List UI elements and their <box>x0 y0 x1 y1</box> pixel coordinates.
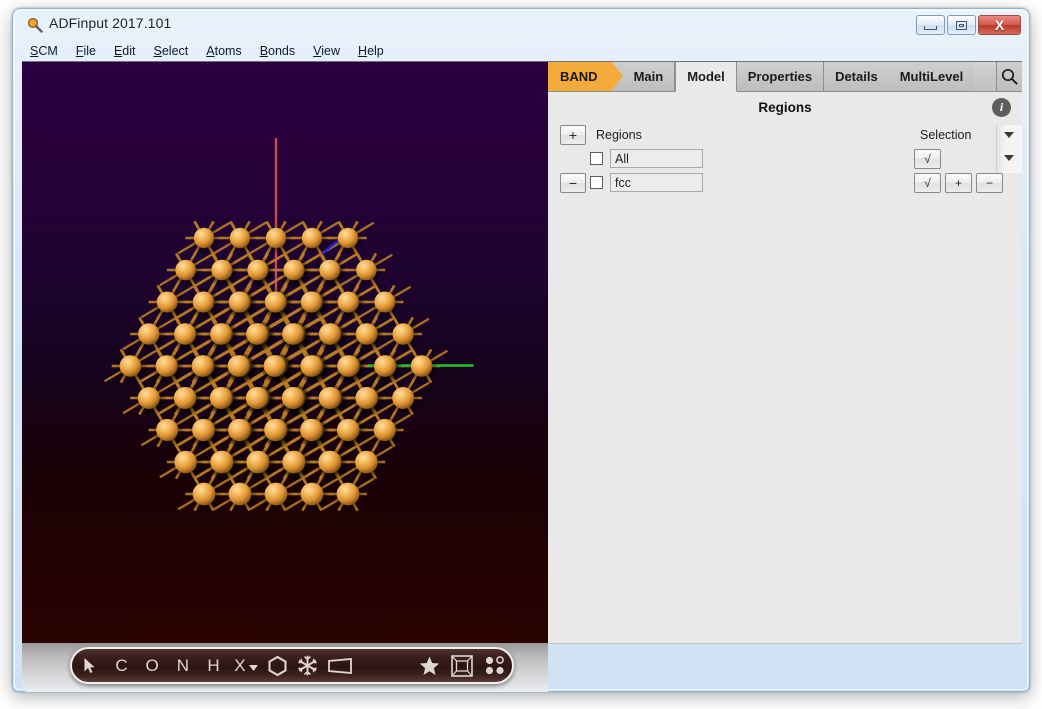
window-title: ADFinput 2017.101 <box>49 15 172 31</box>
selection-add-fcc[interactable]: + <box>945 173 972 193</box>
menu-item-help[interactable]: Help <box>349 44 393 58</box>
regions-header-row: + Regions Selection <box>548 125 1022 148</box>
benzene-ring-tool[interactable] <box>263 647 292 684</box>
menu-item-bonds[interactable]: Bonds <box>251 44 304 58</box>
element-picker-label: X <box>234 655 246 675</box>
tab-multilevel[interactable]: MultiLevel <box>888 62 975 91</box>
carbon-label: C <box>115 655 128 675</box>
tab-bar: BAND Main Model Properties Details Multi… <box>548 62 1022 92</box>
selection-check-all[interactable]: √ <box>914 149 941 169</box>
oxygen-label: O <box>145 655 159 675</box>
magnifier-icon <box>27 17 43 33</box>
tab-band[interactable]: BAND <box>548 62 623 91</box>
close-icon: X <box>994 17 1005 33</box>
menu-label-scm: CM <box>38 43 58 58</box>
right-panel: BAND Main Model Properties Details Multi… <box>548 62 1022 643</box>
search-icon <box>1002 68 1018 85</box>
region-name-all[interactable]: All <box>610 149 703 168</box>
menu-item-view[interactable]: View <box>304 44 349 58</box>
carbon-tool[interactable]: C <box>106 647 137 684</box>
region-checkbox-all[interactable] <box>590 152 603 165</box>
molecule-viewport[interactable] <box>22 62 548 643</box>
close-button[interactable]: X <box>978 15 1021 35</box>
favorites-tool[interactable] <box>413 647 445 684</box>
table-row: All √ <box>548 149 1022 172</box>
element-picker-tool[interactable]: X <box>229 647 263 684</box>
application-window: ADFinput 2017.101 X SCM File Edit Select… <box>12 8 1030 692</box>
remove-region-button[interactable]: − <box>560 173 586 193</box>
dots-icon <box>485 656 504 675</box>
region-name-fcc[interactable]: fcc <box>610 173 703 192</box>
search-button[interactable] <box>996 62 1022 91</box>
atom-toolbar: C O N H X <box>70 647 514 684</box>
chevron-down-icon-row2[interactable] <box>1004 155 1014 161</box>
hexagon-icon <box>268 655 287 676</box>
hydrogen-tool[interactable]: H <box>198 647 229 684</box>
maximize-icon <box>956 20 967 30</box>
tab-model[interactable]: Model <box>675 62 737 92</box>
fcc-lattice-render <box>104 138 474 513</box>
menu-item-file[interactable]: File <box>67 44 105 58</box>
tab-filler <box>974 62 996 91</box>
oxygen-tool[interactable]: O <box>137 647 168 684</box>
minimize-button[interactable] <box>916 15 945 35</box>
cursor-select-tool[interactable] <box>72 647 106 684</box>
region-checkbox-fcc[interactable] <box>590 176 603 189</box>
hydrogen-label: H <box>207 655 220 675</box>
selection-dropdown-strip <box>996 125 1022 173</box>
menu-item-atoms[interactable]: Atoms <box>197 44 250 58</box>
box-icon <box>450 654 473 677</box>
menu-item-edit[interactable]: Edit <box>105 44 145 58</box>
regions-column-header: Regions <box>596 128 642 142</box>
plane-tool[interactable] <box>323 647 357 684</box>
selection-subtract-fcc[interactable]: − <box>976 173 1003 193</box>
star-icon <box>419 656 440 675</box>
selection-check-fcc[interactable]: √ <box>914 173 941 193</box>
minimize-icon <box>924 25 937 30</box>
regions-section: + Regions Selection All √ − fcc √ + − <box>548 125 1022 197</box>
chevron-down-icon <box>248 665 258 671</box>
desktop-background: ADFinput 2017.101 X SCM File Edit Select… <box>0 0 1042 709</box>
info-icon[interactable]: i <box>992 98 1011 117</box>
fragment-tool[interactable] <box>292 647 323 684</box>
table-row: − fcc √ + − <box>548 173 1022 196</box>
add-region-button[interactable]: + <box>560 125 586 145</box>
menu-item-scm[interactable]: SCM <box>21 44 67 58</box>
nitrogen-tool[interactable]: N <box>168 647 199 684</box>
page-title: Regions <box>758 99 812 115</box>
parallelogram-icon <box>327 657 352 674</box>
chevron-down-icon-row1[interactable] <box>1004 132 1014 138</box>
lattice-points-tool[interactable] <box>478 647 512 684</box>
menu-item-select[interactable]: Select <box>145 44 198 58</box>
tab-details[interactable]: Details <box>824 62 889 91</box>
unit-cell-tool[interactable] <box>446 647 478 684</box>
menu-bar: SCM File Edit Select Atoms Bonds View He… <box>21 40 1021 61</box>
title-bar: ADFinput 2017.101 X <box>13 9 1029 39</box>
cursor-arrow-icon <box>84 658 95 673</box>
snowflake-icon <box>298 655 317 676</box>
nitrogen-label: N <box>176 655 189 675</box>
selection-column-header: Selection <box>920 128 972 142</box>
tab-properties[interactable]: Properties <box>736 62 825 91</box>
maximize-button[interactable] <box>947 15 976 35</box>
